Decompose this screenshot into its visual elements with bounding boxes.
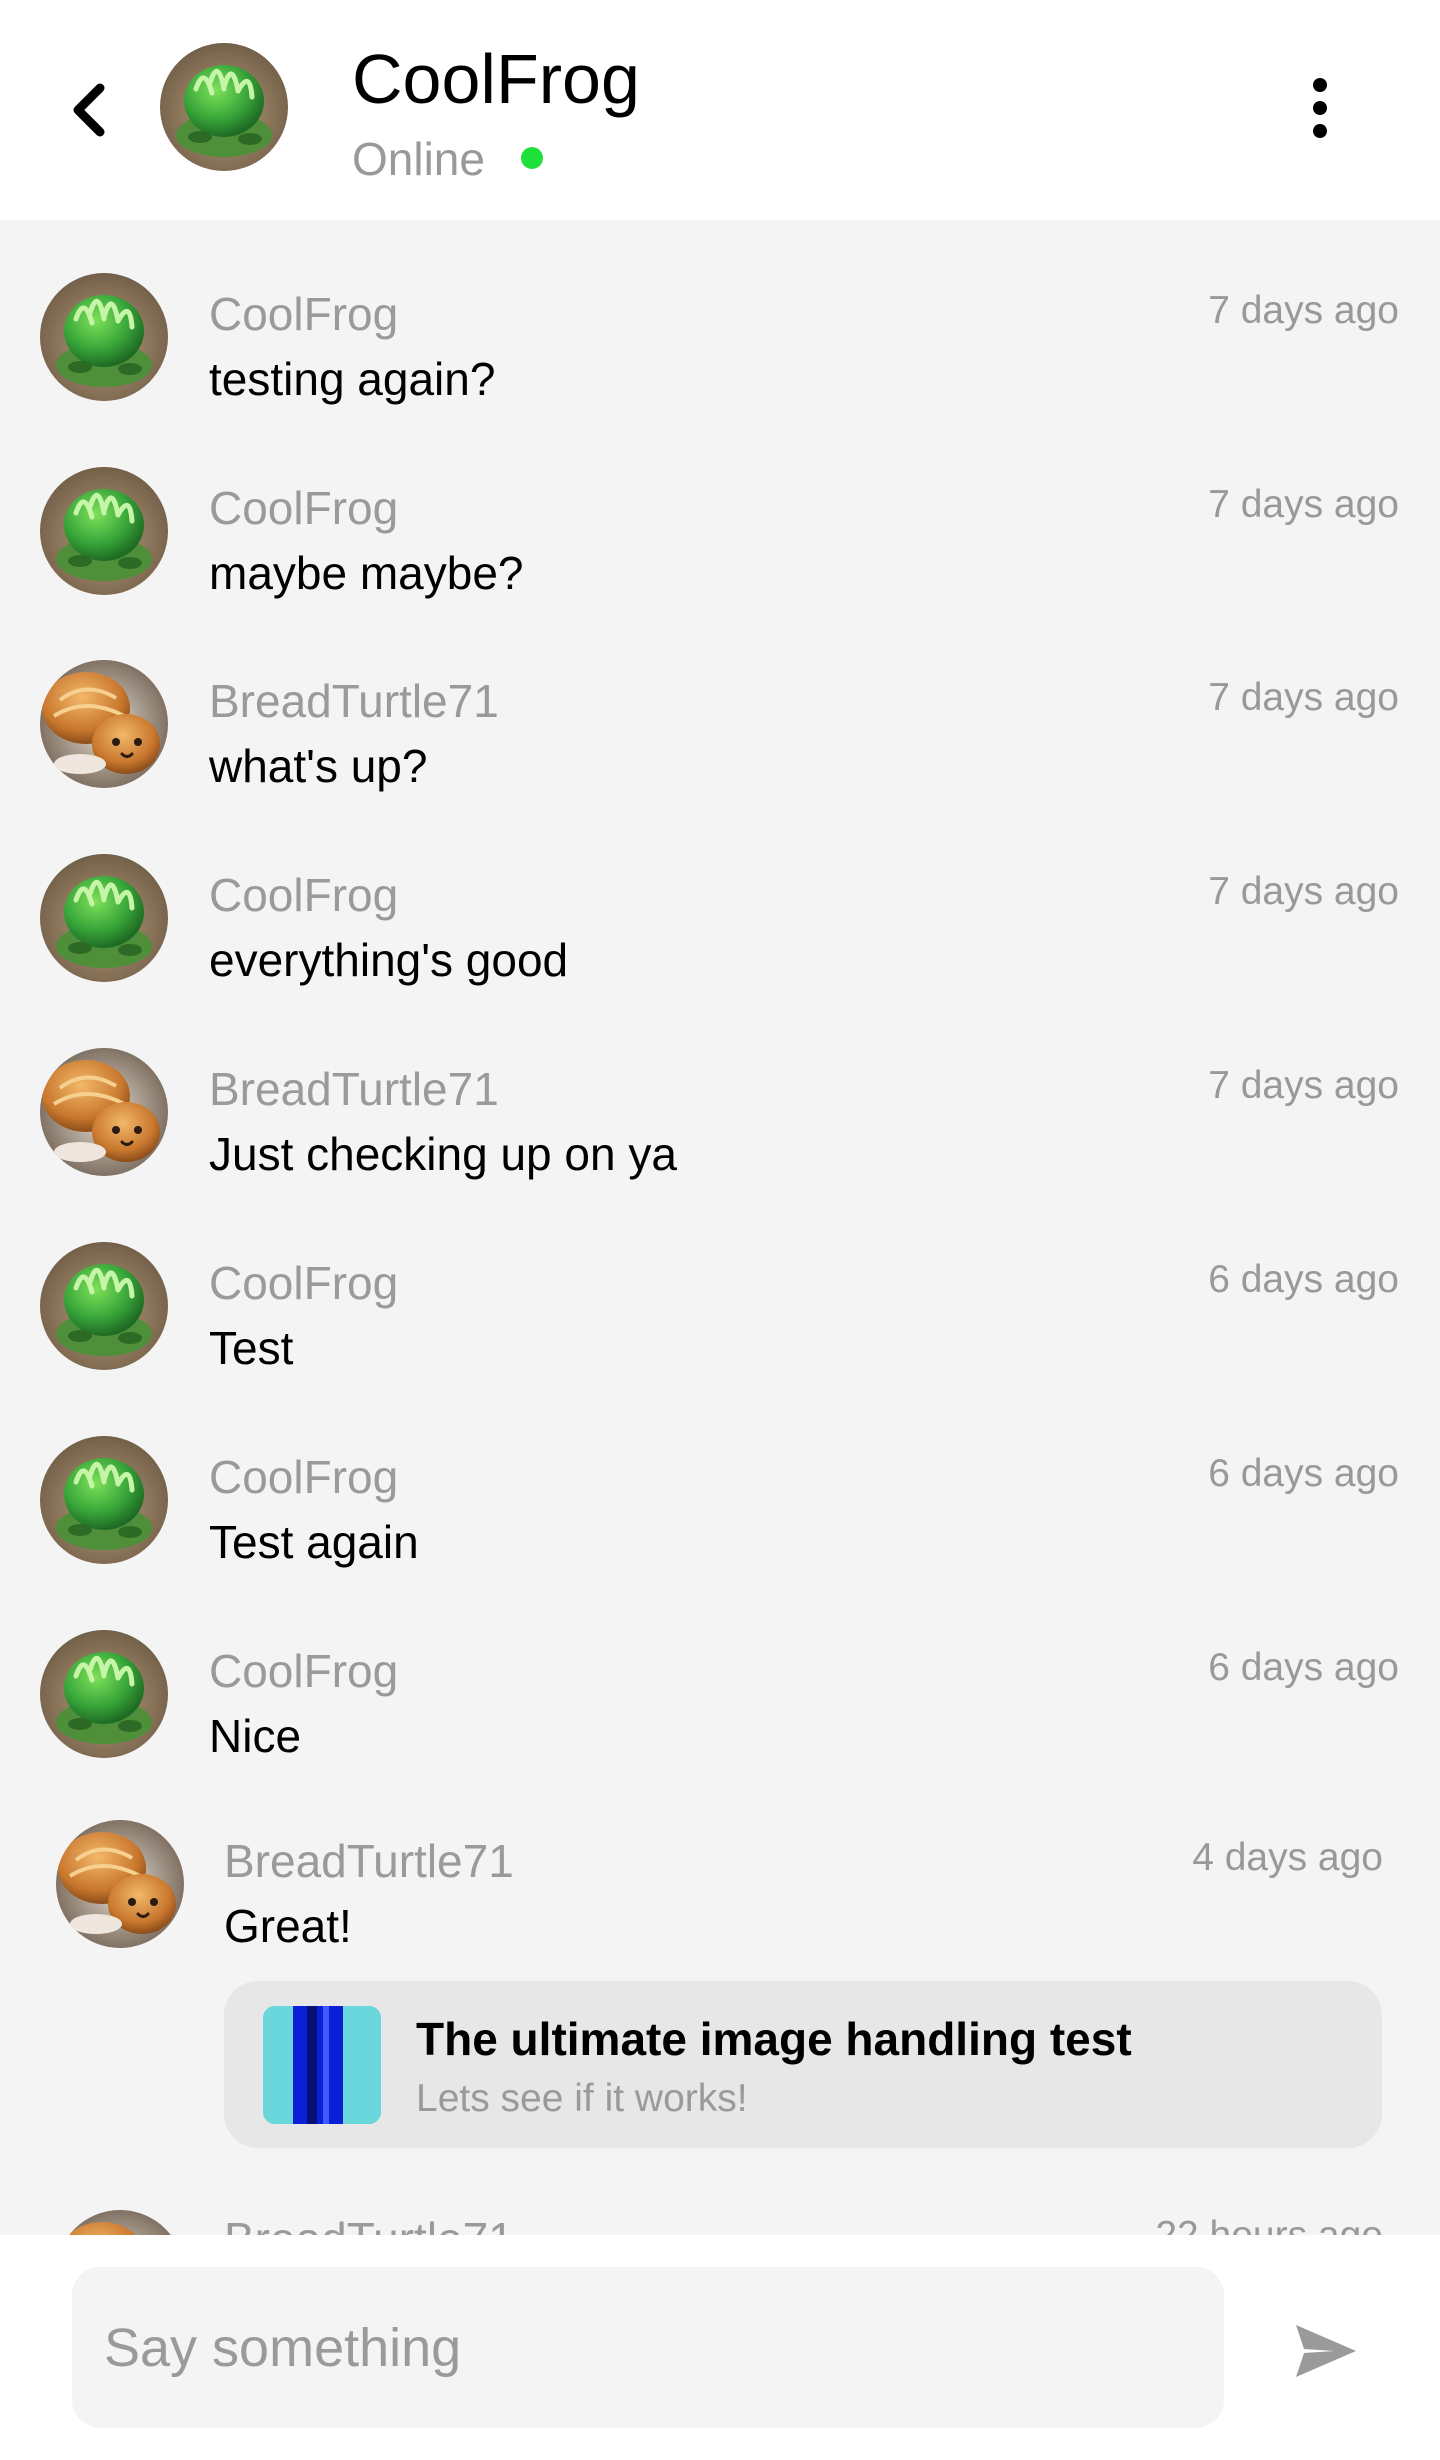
message-timestamp: 4 days ago [1192,1836,1383,1879]
frog-avatar[interactable] [40,273,168,401]
message-timestamp: 7 days ago [1208,676,1399,719]
message-item[interactable]: CoolFrog maybe maybe? 7 days ago [0,443,1440,636]
message-text: Just checking up on ya [209,1128,677,1180]
message-username: BreadTurtle71 [209,1063,499,1115]
message-text: Great! [224,1900,352,1952]
message-text: what's up? [209,740,428,792]
message-text: Nice [209,1710,302,1762]
contact-status: Online [352,133,485,185]
message-item[interactable]: CoolFrog Test 6 days ago [0,1219,1440,1412]
turtle-avatar[interactable] [56,1820,184,1948]
chat-header: CoolFrog Online [0,0,1440,220]
frog-avatar[interactable] [40,1242,168,1370]
message-text: Test again [209,1516,419,1568]
message-username: CoolFrog [209,482,399,534]
message-username: BreadTurtle71 [224,2212,514,2235]
message-timestamp: 6 days ago [1208,1646,1399,1689]
online-indicator [521,147,543,169]
more-options-button[interactable] [1290,70,1350,146]
message-text: maybe maybe? [209,547,524,599]
contact-avatar[interactable] [160,43,288,171]
link-description: Lets see if it works! [416,2077,748,2120]
message-username: BreadTurtle71 [209,675,499,727]
message-text: Test [209,1322,294,1374]
message-timestamp: 7 days ago [1208,870,1399,913]
message-username: CoolFrog [209,1645,399,1697]
message-timestamp: 6 days ago [1208,1452,1399,1495]
message-timestamp: 7 days ago [1208,1064,1399,1107]
message-text: testing again? [209,353,496,405]
link-thumbnail [263,2006,381,2124]
link-preview-card[interactable]: The ultimate image handling test Lets se… [224,1981,1382,2148]
more-vertical-icon [1313,78,1327,92]
contact-name: CoolFrog [352,40,640,118]
frog-avatar[interactable] [40,467,168,595]
message-item[interactable]: BreadTurtle71 what's up? 7 days ago [0,637,1440,830]
frog-avatar[interactable] [40,1436,168,1564]
back-arrow-icon [73,83,105,137]
message-item[interactable]: CoolFrog Nice 6 days ago [0,1607,1440,1800]
message-item[interactable]: CoolFrog testing again? 7 days ago [0,250,1440,443]
turtle-avatar[interactable] [40,660,168,788]
message-item[interactable]: BreadTurtle71 22 hours ago [0,2210,1440,2235]
message-timestamp: 22 hours ago [1155,2212,1383,2235]
message-username: CoolFrog [209,1257,399,1309]
message-username: CoolFrog [209,288,399,340]
message-timestamp: 7 days ago [1208,289,1399,332]
message-username: CoolFrog [209,1451,399,1503]
message-item[interactable]: CoolFrog everything's good 7 days ago [0,831,1440,1024]
message-username: BreadTurtle71 [224,1835,514,1887]
message-list[interactable]: CoolFrog testing again? 7 days ago CoolF… [0,220,1440,2235]
link-title: The ultimate image handling test [416,2013,1132,2065]
message-timestamp: 7 days ago [1208,483,1399,526]
message-composer [0,2235,1440,2460]
message-input[interactable] [72,2267,1224,2428]
send-button[interactable] [1290,2315,1362,2387]
message-timestamp: 6 days ago [1208,1258,1399,1301]
send-icon [1296,2325,1356,2377]
back-button[interactable] [56,72,120,148]
frog-avatar[interactable] [40,1630,168,1758]
turtle-avatar[interactable] [56,2210,184,2235]
message-item[interactable]: BreadTurtle71 Just checking up on ya 7 d… [0,1025,1440,1218]
message-text: everything's good [209,934,569,986]
message-item[interactable]: CoolFrog Test again 6 days ago [0,1413,1440,1606]
frog-avatar[interactable] [40,854,168,982]
message-username: CoolFrog [209,869,399,921]
turtle-avatar[interactable] [40,1048,168,1176]
